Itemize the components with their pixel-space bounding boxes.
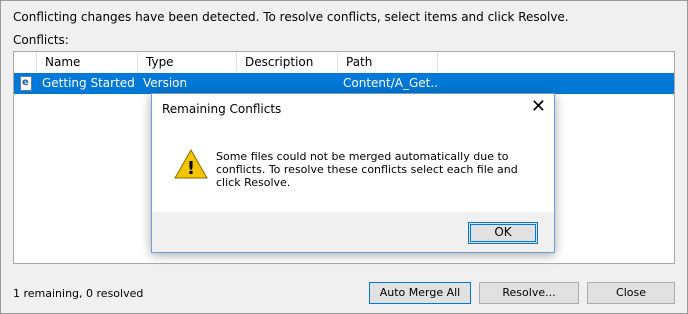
status-text: 1 remaining, 0 resolved (13, 287, 144, 300)
column-header-type[interactable]: Type (138, 52, 237, 73)
dialog-title: Remaining Conflicts (162, 102, 282, 116)
resolve-conflicts-window: Conflicting changes have been detected. … (0, 0, 688, 314)
column-header-description[interactable]: Description (237, 52, 338, 73)
ok-button[interactable]: OK (468, 222, 538, 244)
dialog-footer: OK (152, 212, 554, 252)
remaining-conflicts-dialog: Remaining Conflicts ✕ ! Some files could… (151, 93, 555, 253)
column-header-name[interactable]: Name (37, 52, 138, 73)
file-icon: e (20, 76, 32, 91)
header-icon-column[interactable] (14, 52, 37, 73)
column-header-path[interactable]: Path (338, 52, 438, 73)
conflicts-label: Conflicts: (13, 33, 69, 47)
dialog-message: Some files could not be merged automatic… (216, 150, 518, 189)
file-icon-glyph: e (22, 77, 29, 88)
close-button[interactable]: Close (587, 282, 675, 304)
table-row[interactable]: e Getting Started... Version Content/A_G… (14, 73, 674, 94)
list-header: Name Type Description Path (14, 52, 674, 74)
row-name: Getting Started... (42, 76, 136, 90)
warning-glyph: ! (187, 158, 195, 179)
resolve-button[interactable]: Resolve... (479, 282, 579, 304)
auto-merge-all-button[interactable]: Auto Merge All (369, 282, 471, 304)
warning-icon: ! (174, 148, 208, 179)
row-type: Version (143, 76, 188, 90)
info-text: Conflicting changes have been detected. … (13, 10, 569, 24)
close-icon[interactable]: ✕ (531, 98, 546, 116)
row-description (238, 73, 338, 94)
row-path: Content/A_Get... (343, 76, 439, 90)
